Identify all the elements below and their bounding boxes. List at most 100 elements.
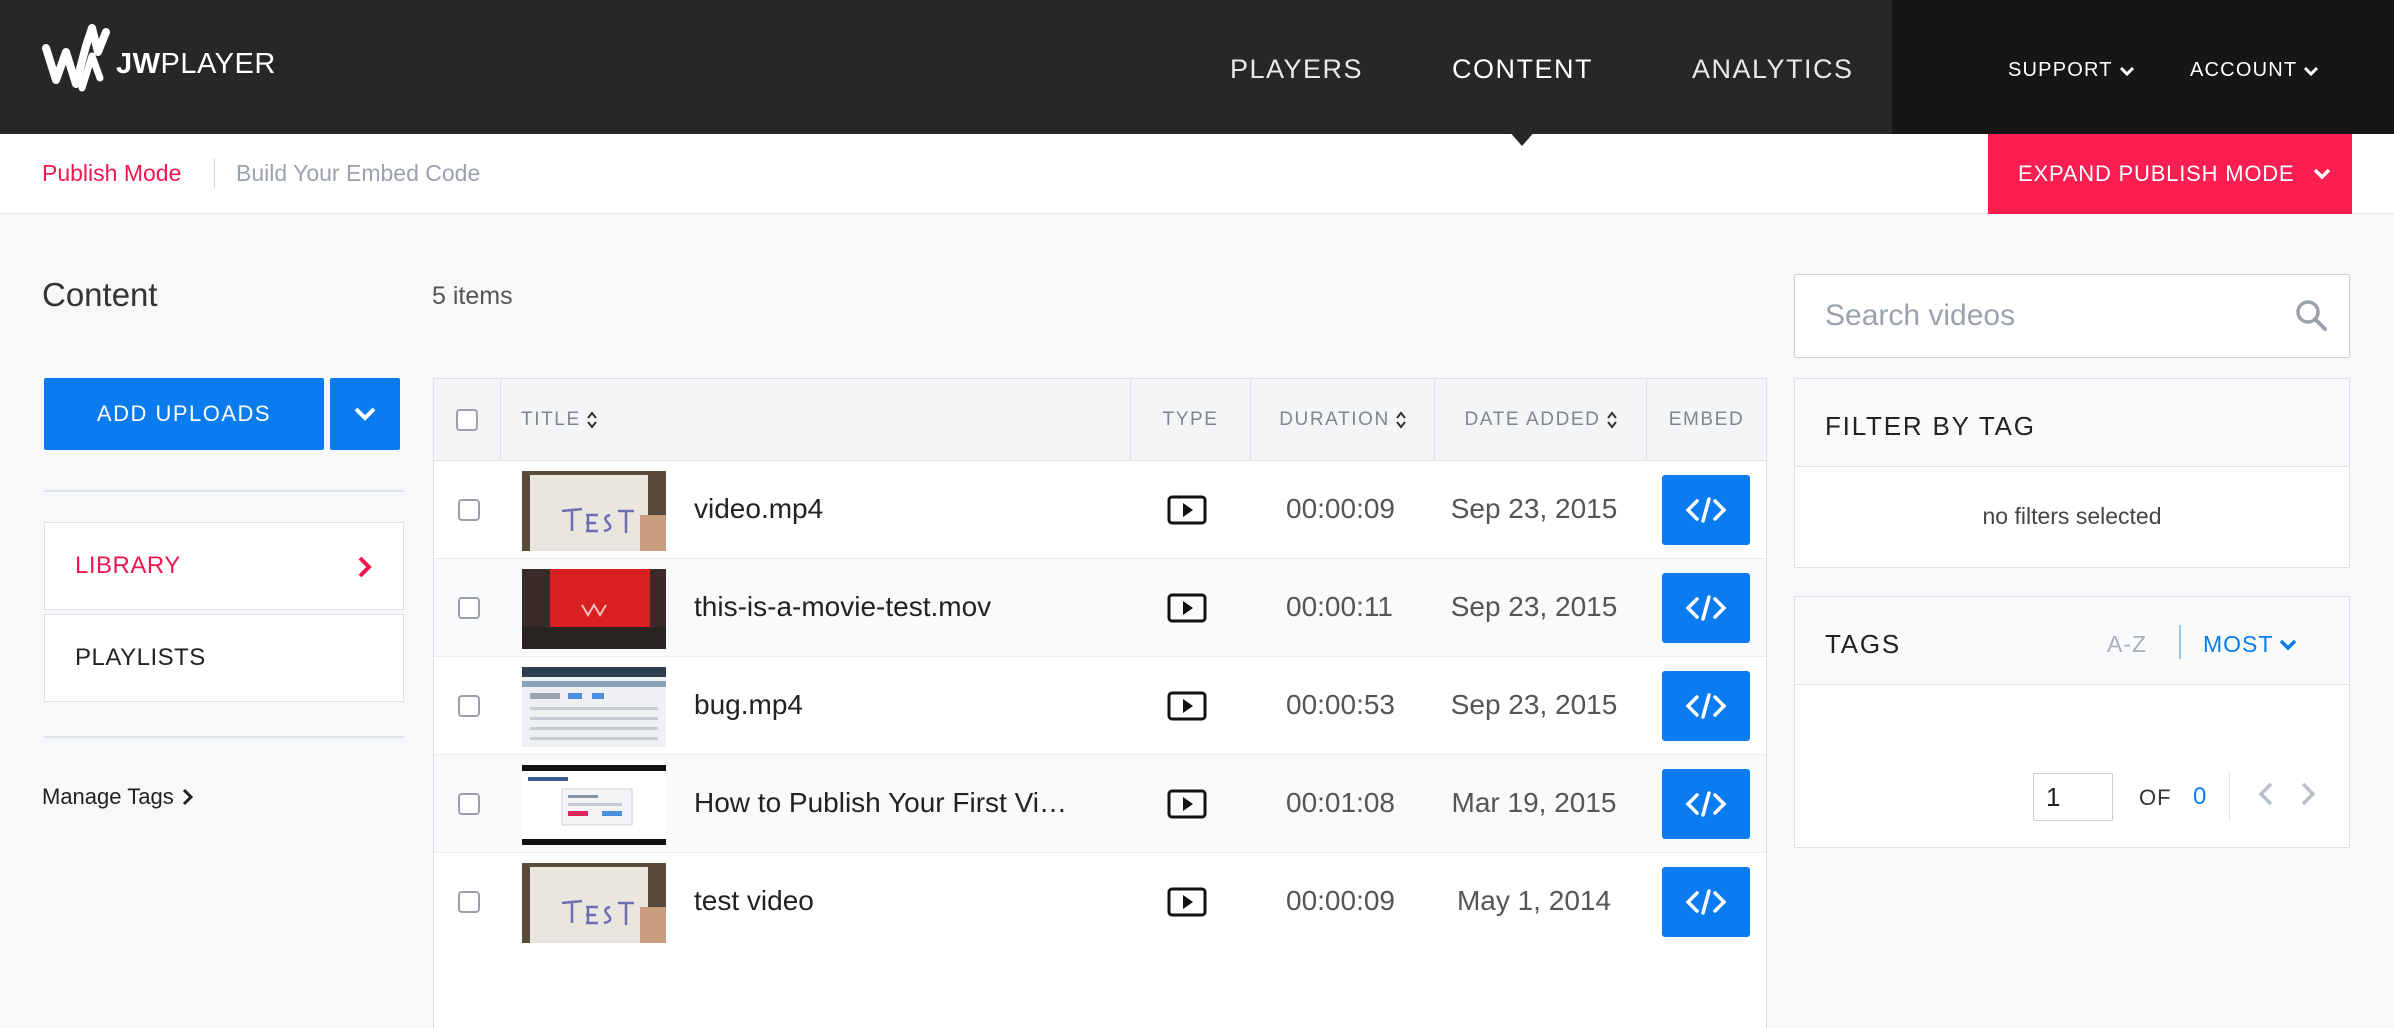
build-embed-code-link[interactable]: Build Your Embed Code (236, 160, 480, 187)
manage-tags-link[interactable]: Manage Tags (42, 784, 194, 810)
total-pages: 0 (2193, 783, 2207, 810)
table-row[interactable]: this-is-a-movie-test.mov 00:00:11 Sep 23… (434, 559, 1766, 657)
video-type-icon (1167, 593, 1207, 623)
video-date-added: Mar 19, 2015 (1451, 787, 1617, 818)
tags-panel: TAGS A-Z MOST OF 0 (1794, 596, 2350, 848)
thumbnail-screen-capture (522, 667, 666, 747)
no-filters-text: no filters selected (1982, 503, 2162, 529)
chevron-down-icon (2304, 66, 2319, 76)
chevron-down-icon (354, 407, 376, 421)
row-checkbox[interactable] (458, 891, 480, 913)
previous-page-icon[interactable] (2257, 781, 2275, 807)
video-title[interactable]: How to Publish Your First Vi… (694, 787, 1067, 819)
row-checkbox[interactable] (458, 695, 480, 717)
table-row[interactable]: test video 00:00:09 May 1, 2014 (434, 853, 1766, 951)
chevron-right-icon (182, 788, 193, 806)
row-checkbox[interactable] (458, 597, 480, 619)
video-duration: 00:00:09 (1286, 885, 1395, 916)
sort-az-button[interactable]: A-Z (2107, 631, 2147, 658)
sort-most-button[interactable]: MOST (2203, 631, 2297, 658)
video-title[interactable]: test video (694, 885, 814, 917)
thumbnail-paper-test (522, 471, 666, 551)
column-title[interactable]: TITLE (500, 379, 1130, 461)
video-date-added: Sep 23, 2015 (1450, 689, 1618, 720)
filter-by-tag-header: FILTER BY TAG (1795, 379, 2349, 467)
add-uploads-button[interactable]: ADD UPLOADS (44, 378, 324, 450)
chevron-down-icon (2314, 168, 2331, 180)
video-date-added: Sep 23, 2015 (1450, 493, 1618, 524)
nav-analytics[interactable]: ANALYTICS (1692, 54, 1854, 85)
table-row[interactable]: video.mp4 00:00:09 Sep 23, 2015 (434, 461, 1766, 559)
nav-support[interactable]: SUPPORT (2008, 59, 2135, 82)
sidebar-item-library[interactable]: LIBRARY (44, 522, 404, 610)
video-title[interactable]: this-is-a-movie-test.mov (694, 591, 991, 623)
manage-tags-label: Manage Tags (42, 784, 174, 809)
pager-divider (2229, 773, 2230, 821)
sort-most-label: MOST (2203, 631, 2274, 657)
sort-icon (1396, 411, 1406, 429)
video-duration: 00:00:53 (1286, 689, 1395, 720)
search-input[interactable] (1797, 277, 2267, 355)
search-icon[interactable] (2294, 298, 2328, 332)
embed-code-button[interactable] (1662, 867, 1750, 937)
video-thumbnail[interactable] (522, 569, 666, 649)
select-all-checkbox[interactable] (456, 409, 478, 431)
search-box (1794, 274, 2350, 358)
next-page-icon[interactable] (2299, 781, 2317, 807)
column-type-label: TYPE (1162, 409, 1219, 430)
video-thumbnail[interactable] (522, 471, 666, 551)
thumbnail-tutorial-screen (522, 765, 666, 845)
code-icon (1685, 889, 1727, 915)
logo-wordmark: JWPLAYER (116, 48, 276, 80)
embed-code-button[interactable] (1662, 769, 1750, 839)
active-nav-indicator (1508, 130, 1536, 146)
table-row[interactable]: bug.mp4 00:00:53 Sep 23, 2015 (434, 657, 1766, 755)
nav-content[interactable]: CONTENT (1452, 54, 1593, 85)
video-thumbnail[interactable] (522, 765, 666, 845)
video-title[interactable]: bug.mp4 (694, 689, 803, 721)
chevron-right-icon (358, 556, 372, 578)
code-icon (1685, 791, 1727, 817)
video-duration: 00:01:08 (1286, 787, 1395, 818)
sort-icon (586, 411, 597, 429)
column-title-label: TITLE (521, 409, 581, 430)
add-uploads-dropdown-button[interactable] (330, 378, 400, 450)
page-of-label: OF (2139, 785, 2172, 810)
content-table: TITLE TYPE DURATION DATE ADDED EMBED vid… (433, 378, 1767, 1028)
tags-sort-divider (2179, 625, 2181, 659)
tags-header: TAGS A-Z MOST (1795, 597, 2349, 685)
embed-code-button[interactable] (1662, 475, 1750, 545)
embed-code-button[interactable] (1662, 573, 1750, 643)
column-embed-label: EMBED (1668, 409, 1745, 430)
video-type-icon (1167, 495, 1207, 525)
top-navbar: JWPLAYER PLAYERS CONTENT ANALYTICS SUPPO… (0, 0, 2394, 134)
video-title[interactable]: video.mp4 (694, 493, 823, 525)
video-thumbnail[interactable] (522, 667, 666, 747)
column-duration-label: DURATION (1279, 409, 1390, 430)
row-checkbox[interactable] (458, 499, 480, 521)
chevron-down-icon (2280, 639, 2297, 650)
jwplayer-logo[interactable]: JWPLAYER (42, 22, 275, 102)
table-row[interactable]: How to Publish Your First Vi… 00:01:08 M… (434, 755, 1766, 853)
filter-by-tag-title: FILTER BY TAG (1825, 411, 2036, 441)
column-embed: EMBED (1646, 379, 1766, 461)
video-type-icon (1167, 691, 1207, 721)
embed-code-button[interactable] (1662, 671, 1750, 741)
sidebar-item-playlists[interactable]: PLAYLISTS (44, 614, 404, 702)
code-icon (1685, 497, 1727, 523)
publish-mode-link[interactable]: Publish Mode (42, 160, 181, 187)
sort-icon (1606, 411, 1617, 429)
jw-logo-icon (42, 24, 110, 92)
column-duration[interactable]: DURATION (1250, 379, 1434, 461)
expand-publish-mode-button[interactable]: EXPAND PUBLISH MODE (1988, 134, 2352, 214)
nav-players[interactable]: PLAYERS (1230, 54, 1363, 85)
video-duration: 00:00:11 (1286, 591, 1393, 622)
page-title: Content (42, 276, 158, 313)
page-number-input[interactable] (2033, 773, 2113, 821)
row-checkbox[interactable] (458, 793, 480, 815)
header-select-cell (434, 379, 500, 461)
video-thumbnail[interactable] (522, 863, 666, 943)
thumbnail-red-screen (522, 569, 666, 649)
nav-account[interactable]: ACCOUNT (2190, 59, 2319, 82)
column-date-added[interactable]: DATE ADDED (1434, 379, 1646, 461)
